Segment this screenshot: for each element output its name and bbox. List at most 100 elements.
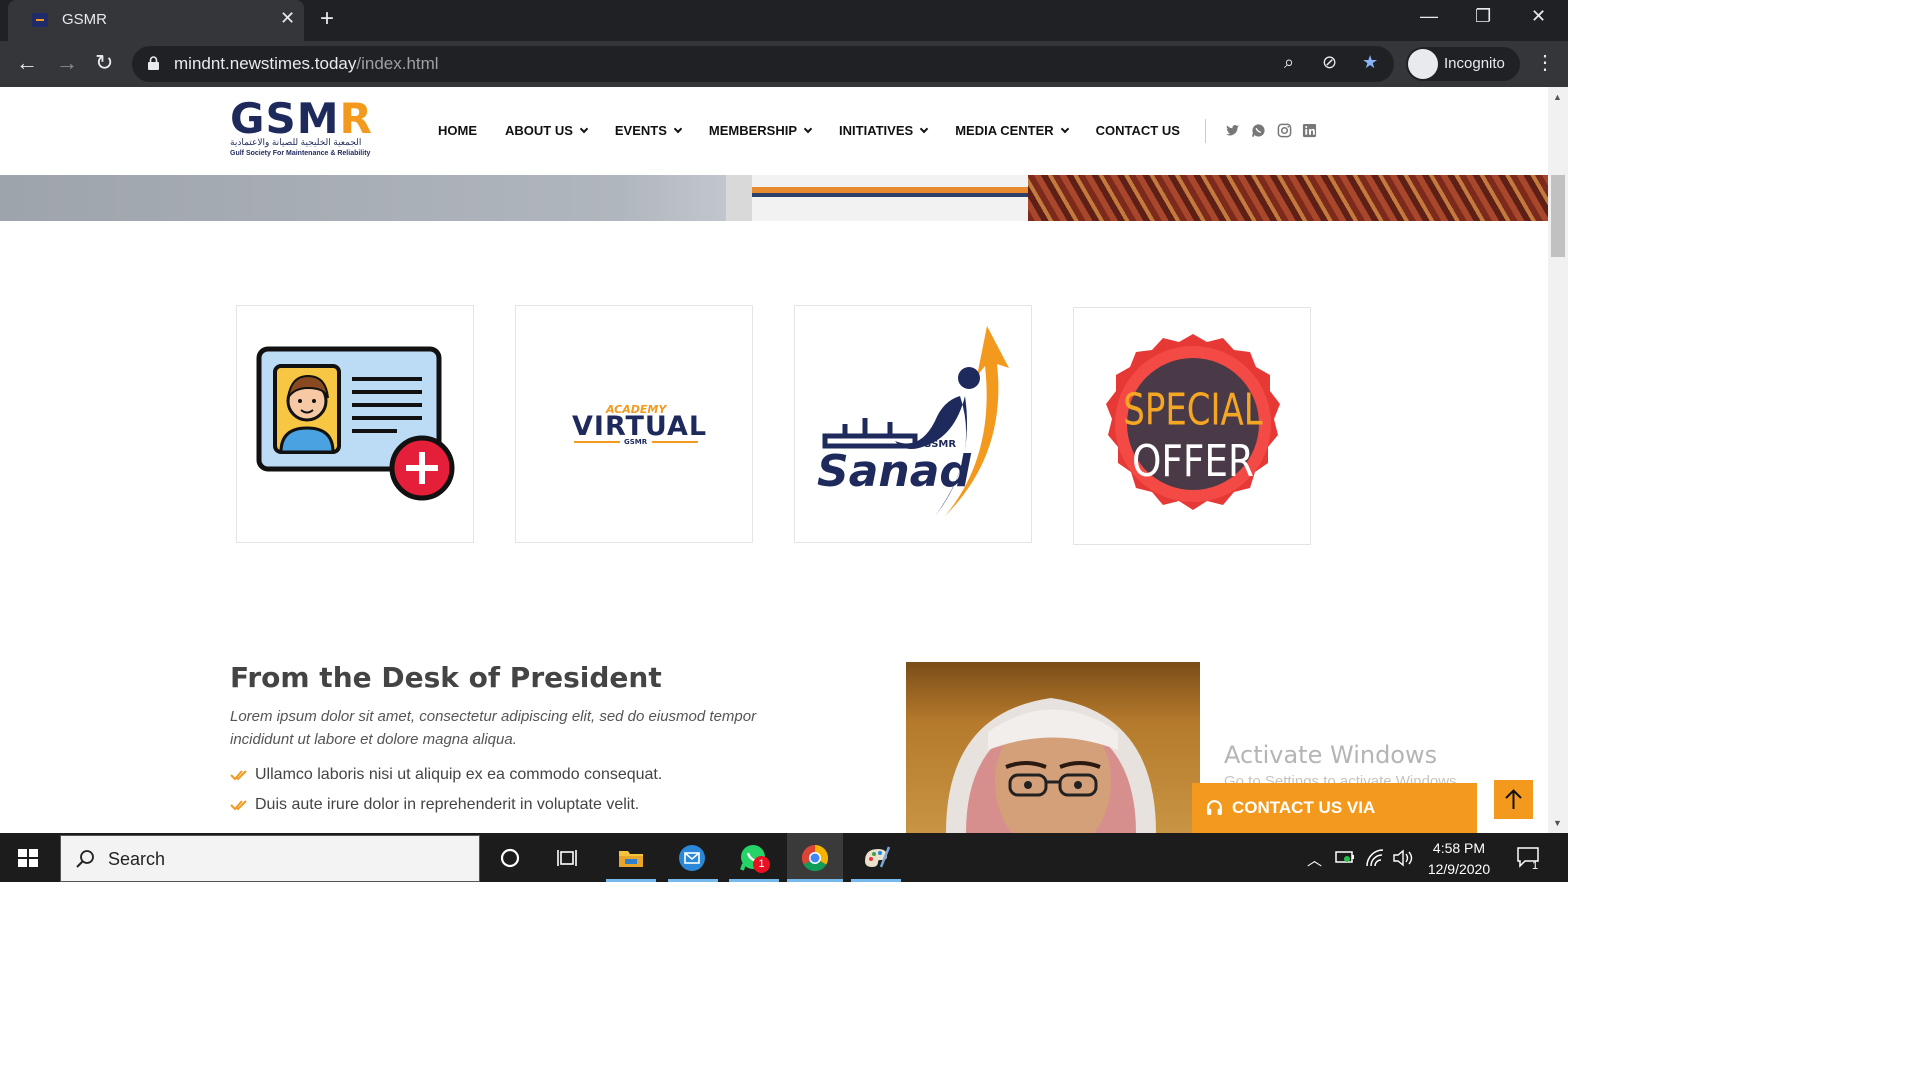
nav-membership[interactable]: MEMBERSHIP [709,123,813,138]
president-intro-text: Lorem ipsum dolor sit amet, consectetur … [230,708,757,748]
logo-text-main: GSM [230,94,340,143]
nav-initiatives-label: INITIATIVES [839,123,914,138]
incognito-label: Incognito [1444,55,1505,72]
battery-icon[interactable] [1335,849,1355,865]
arrow-up-icon [1505,789,1522,809]
chevron-up-icon[interactable]: ︿ [1307,849,1322,870]
url-host: mindnt.newstimes.today [174,54,357,73]
task-view-icon[interactable] [553,843,583,873]
paint-app-icon[interactable] [861,843,891,873]
whatsapp-icon[interactable] [1251,123,1266,138]
nav-divider [1205,119,1206,143]
forward-icon[interactable]: → [56,50,78,76]
mail-app-icon[interactable] [677,843,707,873]
virtual-academy-sub-text: GSMR [624,438,648,446]
wifi-icon[interactable] [1365,849,1385,867]
gsmr-logo[interactable]: GSMR الجمعية الخليجية للصيانة والاعتمادي… [230,98,386,161]
nav-home[interactable]: HOME [438,123,477,138]
double-check-icon [230,770,247,781]
list-item: Duis aute irure dolor in reprehenderit i… [230,796,639,814]
chevron-down-icon [579,124,589,133]
clock-time: 4:58 PM [1432,840,1486,856]
nav-events[interactable]: EVENTS [614,123,683,138]
lock-icon [148,56,159,70]
clock-date: 12/9/2020 [1427,861,1491,877]
sanad-text: Sanad [817,446,971,497]
back-icon[interactable]: ← [16,50,38,76]
zoom-icon[interactable]: ⌕ [1284,52,1294,73]
president-section-title: From the Desk of President [230,661,662,694]
twitter-icon[interactable] [1225,123,1240,138]
bookmark-star-icon[interactable]: ★ [1362,52,1378,73]
linkedin-icon[interactable] [1302,123,1317,138]
site-header: GSMR الجمعية الخليجية للصيانة والاعتمادي… [0,87,1548,175]
nav-media-center-label: MEDIA CENTER [955,123,1054,138]
whatsapp-badge: 1 [753,856,770,873]
nav-contact-us-label: CONTACT US [1095,123,1180,138]
active-indicator [606,879,656,882]
browser-tab[interactable]: GSMR ✕ [8,0,304,41]
scroll-down-icon[interactable]: ▼ [1553,818,1562,828]
nav-events-label: EVENTS [614,123,667,138]
eye-off-icon[interactable]: ⊘ [1322,52,1337,73]
notification-count: 1 [1532,860,1539,872]
virtual-academy-tile[interactable]: ACADEMY VIRTUAL GSMR [515,305,753,543]
address-bar[interactable]: mindnt.newstimes.today/index.html ⌕ ⊘ ★ [132,46,1394,82]
file-explorer-icon[interactable] [616,843,646,873]
page-scrollbar[interactable]: ▲ ▼ [1548,87,1568,833]
cortana-icon[interactable] [495,843,525,873]
logo-text-accent: R [339,94,373,143]
banner-carpet [1028,175,1548,221]
active-indicator [787,879,843,882]
close-tab-icon[interactable]: ✕ [280,8,295,29]
tab-title: GSMR [62,11,107,28]
special-offer-line2: OFFER [1132,435,1254,487]
sanad-logo: Sanad GSMR [817,326,1009,516]
back-to-top-button[interactable] [1494,780,1533,819]
logo-arabic-text: الجمعية الخليجية للصيانة والاعتمادية [230,137,362,147]
headset-icon [1207,800,1222,815]
windows-search-label: Search [108,849,166,869]
reload-icon[interactable]: ↻ [95,50,113,76]
restore-icon[interactable]: ❐ [1475,6,1491,27]
chrome-icon[interactable] [800,843,830,873]
close-window-icon[interactable]: ✕ [1531,6,1546,27]
windows-start-icon[interactable] [18,849,38,867]
special-offer-line1: SPECIAL [1123,385,1263,435]
new-tab-icon[interactable]: + [320,5,334,33]
id-card-add-icon [256,346,455,501]
nav-about-us[interactable]: ABOUT US [505,123,589,138]
activate-windows-title: Activate Windows [1224,741,1438,769]
virtual-academy-logo: ACADEMY VIRTUAL GSMR [572,403,706,446]
incognito-profile-button[interactable]: Incognito [1406,47,1520,81]
active-indicator [668,879,718,882]
list-item: Ullamco laboris nisi ut aliquip ex ea co… [230,766,662,784]
chevron-down-icon [1060,124,1069,133]
chevron-down-icon [673,124,683,133]
minimize-icon[interactable]: — [1420,6,1438,27]
url-text: mindnt.newstimes.today/index.html [174,54,439,74]
special-offer-tile[interactable]: SPECIAL OFFER [1073,307,1311,545]
contact-us-via-button[interactable]: CONTACT US VIA [1192,783,1477,833]
browser-menu-icon[interactable]: ⋮ [1535,50,1555,75]
nav-initiatives[interactable]: INITIATIVES [839,123,929,138]
scroll-up-icon[interactable]: ▲ [1553,92,1562,102]
instagram-icon[interactable] [1277,123,1292,138]
volume-icon[interactable] [1392,849,1414,867]
membership-card-tile[interactable] [236,305,474,543]
logo-english-text: Gulf Society For Maintenance & Reliabili… [230,150,371,157]
clock[interactable]: 4:58 PM 12/9/2020 [1427,838,1491,880]
nav-media-center[interactable]: MEDIA CENTER [955,123,1069,138]
nav-about-us-label: ABOUT US [505,123,573,138]
president-photo [906,662,1200,833]
scrollbar-thumb[interactable] [1551,175,1565,257]
active-indicator [729,879,779,882]
banner-screen [752,175,1028,221]
windows-search-box[interactable]: Search [60,835,480,882]
nav-contact-us[interactable]: CONTACT US [1096,123,1180,138]
incognito-icon [1408,49,1438,79]
search-icon [76,850,94,868]
windows-taskbar: Search 1 ︿ 4:58 PM 12/9/2020 1 [0,833,1568,882]
double-check-icon [230,800,247,811]
sanad-tile[interactable]: Sanad GSMR [794,305,1032,543]
